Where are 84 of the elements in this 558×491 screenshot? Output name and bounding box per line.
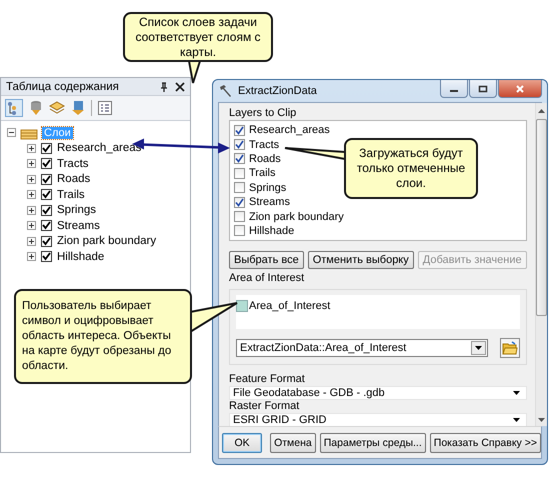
panel-title: Таблица содержания (6, 80, 120, 92)
checkbox[interactable] (41, 236, 52, 247)
feature-set-dropdown[interactable]: ExtractZionData::Area_of_Interest (236, 339, 488, 357)
options-list-icon[interactable] (97, 100, 113, 116)
layer-name[interactable]: Streams (249, 196, 290, 208)
source-icon[interactable] (70, 100, 86, 116)
collapse-toggle[interactable] (7, 128, 16, 138)
format-dropdown[interactable]: File Geodatabase - GDB - .gdb (229, 386, 527, 400)
maximize-button[interactable] (469, 80, 497, 98)
layer-name[interactable]: Zion park boundary (57, 235, 156, 248)
dropdown-arrow-icon[interactable] (512, 391, 520, 395)
layer-name[interactable]: Hillshade (57, 250, 104, 263)
expand-toggle[interactable] (27, 159, 36, 168)
layer-name[interactable]: Research_areas (57, 142, 142, 154)
expand-toggle[interactable] (27, 206, 36, 215)
field-label: Feature Format (229, 373, 306, 386)
checkbox[interactable] (234, 168, 245, 179)
dropdown-arrow-icon[interactable] (474, 346, 482, 350)
symbol-swatch[interactable] (236, 300, 248, 312)
layer-name[interactable]: Streams (57, 220, 100, 232)
dialog-button[interactable]: OK (222, 433, 262, 453)
checkbox[interactable] (234, 225, 245, 236)
callout-pointer (284, 147, 346, 160)
expand-toggle[interactable] (27, 221, 36, 230)
action-button[interactable]: Отменить выборку (308, 251, 414, 269)
symbol-label: Area_of_Interest (248, 300, 330, 312)
expand-toggle[interactable] (27, 236, 36, 246)
callout-pointer (188, 60, 201, 84)
dialog-button[interactable]: Параметры среды... (320, 433, 426, 453)
expand-toggle[interactable] (27, 190, 36, 200)
layer-name[interactable]: Tracts (249, 138, 280, 151)
layer-name[interactable]: Trails (57, 188, 85, 201)
hammer-icon (218, 84, 234, 98)
field-label: Layers to Clip (229, 107, 298, 120)
checkbox[interactable] (234, 196, 245, 208)
database-icon[interactable] (28, 100, 44, 116)
browse-button[interactable] (500, 338, 520, 358)
minimize-button[interactable] (440, 80, 468, 98)
checkbox[interactable] (41, 220, 52, 232)
checkbox[interactable] (234, 182, 245, 194)
dialog-button[interactable]: Показать Справку >> (430, 433, 541, 453)
field-label: Raster Format (229, 400, 300, 413)
callout-pointer (189, 302, 238, 333)
close-icon[interactable] (175, 82, 185, 92)
layer-name[interactable]: Springs (249, 182, 286, 194)
dropdown-arrow-icon[interactable] (512, 418, 520, 422)
callout-note: Пользователь выбирает символ и оцифровывает область интереса. Объекты на карте будут обрезаны до области. (14, 289, 192, 384)
layer-name[interactable]: Trails (249, 167, 276, 180)
checkbox[interactable] (41, 204, 52, 216)
expand-toggle[interactable] (27, 174, 36, 184)
close-button[interactable] (498, 80, 542, 98)
action-button[interactable]: Выбрать все (229, 251, 304, 269)
checkbox[interactable] (41, 158, 52, 170)
layer-name[interactable]: Hillshade (249, 224, 294, 237)
layers-icon[interactable] (49, 100, 65, 116)
field-label: Area of Interest (229, 272, 306, 285)
expand-toggle[interactable] (27, 252, 36, 262)
window-title: ExtractZionData (238, 85, 318, 97)
layer-name[interactable]: Springs (57, 204, 96, 216)
checkbox[interactable] (41, 189, 52, 200)
scrollbar[interactable] (534, 103, 547, 426)
checkbox[interactable] (234, 211, 245, 222)
close-icon (515, 84, 525, 92)
callout-note: Загружаться будут только отмеченные слои. (344, 138, 478, 199)
layer-name[interactable]: Research_areas (249, 124, 330, 136)
checkbox[interactable] (234, 124, 245, 136)
checkbox[interactable] (41, 142, 52, 154)
layer-name[interactable]: Tracts (57, 158, 89, 170)
checkbox[interactable] (234, 139, 245, 150)
scroll-up-icon[interactable] (538, 109, 545, 113)
format-dropdown[interactable]: ESRI GRID - GRID (229, 413, 527, 427)
expand-toggle[interactable] (27, 144, 36, 153)
checkbox[interactable] (41, 174, 52, 185)
maximize-icon (478, 84, 488, 92)
checkbox[interactable] (41, 251, 52, 262)
checkbox[interactable] (234, 153, 245, 164)
layer-name[interactable]: Roads (249, 152, 281, 165)
callout-note: Список слоев задачи соответствует слоям с карты. (123, 12, 273, 62)
list-by-drawing-order-icon[interactable] (5, 99, 23, 117)
layer-name[interactable]: Roads (57, 173, 90, 186)
scroll-down-icon[interactable] (538, 418, 545, 422)
dialog-button[interactable]: Отмена (270, 433, 316, 453)
layer-name[interactable]: Zion park boundary (249, 210, 344, 223)
pin-icon[interactable] (159, 82, 169, 92)
